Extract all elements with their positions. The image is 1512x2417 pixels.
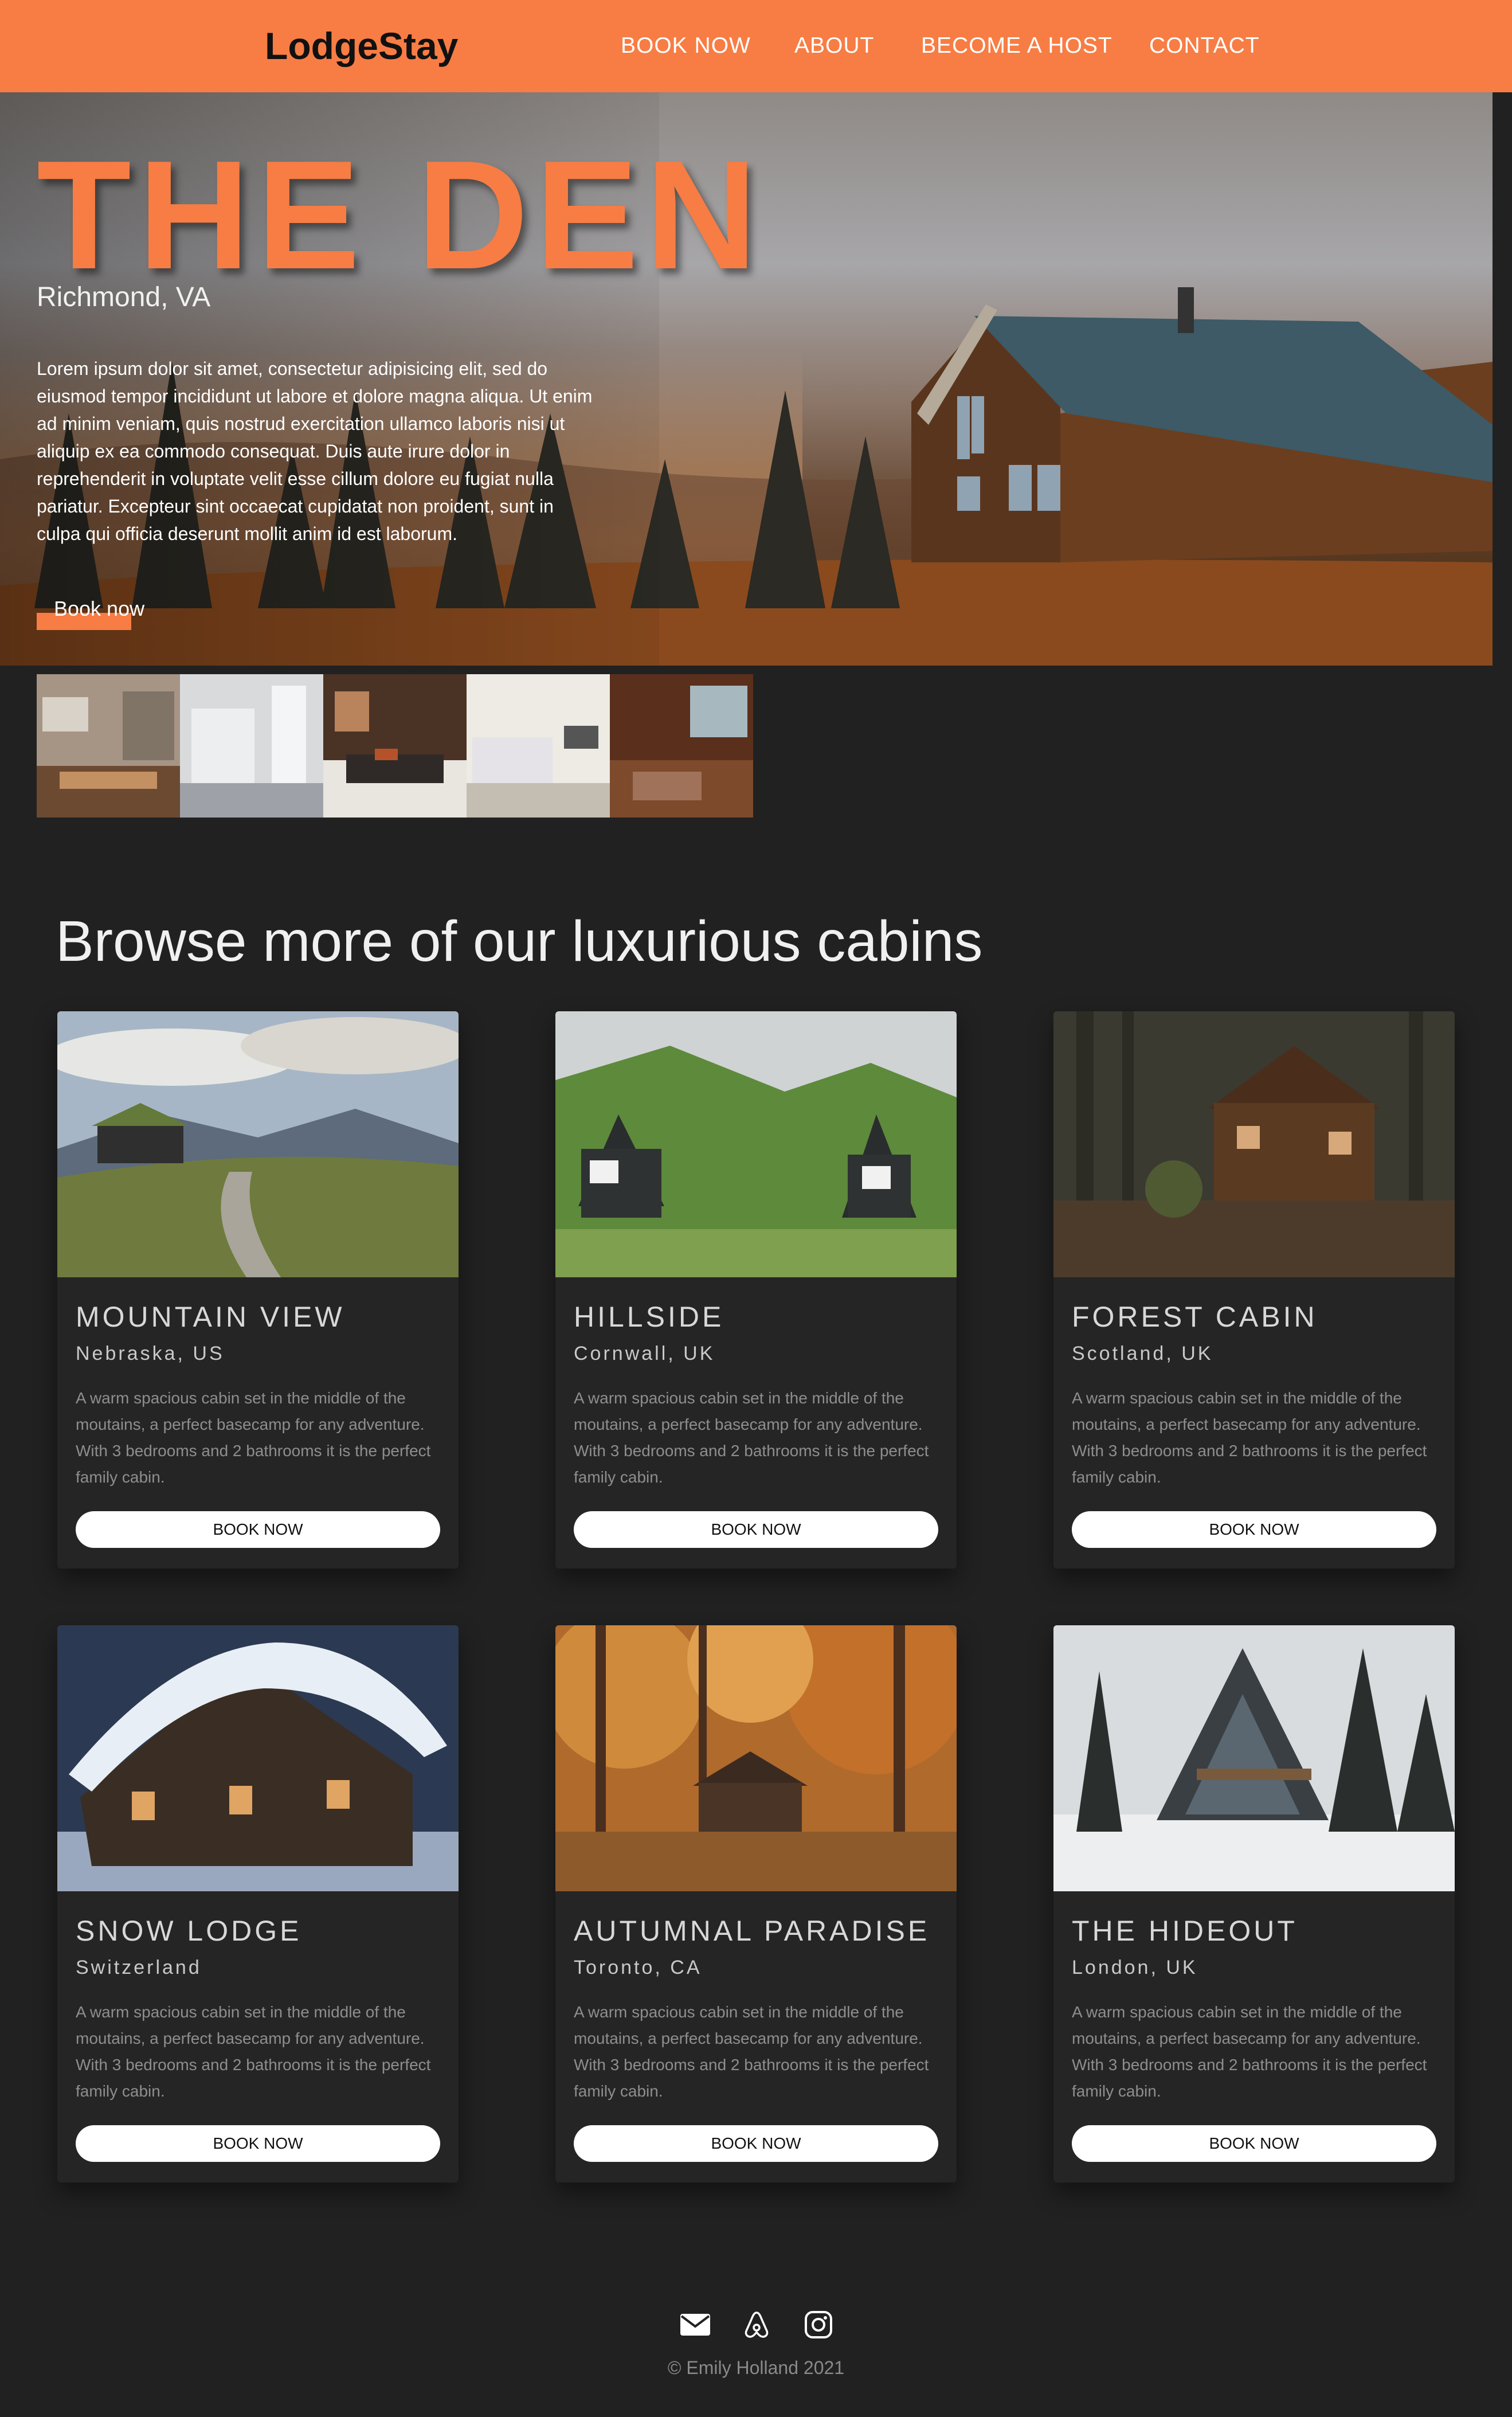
cabin-location: Switzerland [76,1957,202,1978]
nav-contact[interactable]: CONTACT [1149,33,1260,58]
browse-heading: Browse more of our luxurious cabins [56,909,983,973]
nav-book-now[interactable]: BOOK NOW [621,33,751,58]
hero-section: THE DEN Richmond, VA Lorem ipsum dolor s… [0,92,1493,666]
cabin-name: FOREST CABIN [1072,1301,1318,1333]
gallery-thumb-bedroom-dark[interactable] [323,674,467,818]
cabin-description: A warm spacious cabin set in the middle … [76,2003,431,2100]
book-now-button[interactable]: BOOK NOW [76,2125,440,2162]
gallery-thumb-bedroom-light[interactable] [467,674,610,818]
book-now-button[interactable]: BOOK NOW [574,2125,938,2162]
cabin-description: A warm spacious cabin set in the middle … [76,1389,431,1486]
book-now-button[interactable]: BOOK NOW [76,1511,440,1548]
gallery-thumb-kitchen[interactable] [37,674,180,818]
cabin-card-forest-cabin: FOREST CABIN Scotland, UK A warm spaciou… [1053,1011,1455,1569]
cabin-image-hillside [555,1011,957,1277]
cabin-card-snow-lodge: SNOW LODGE Switzerland A warm spacious c… [57,1625,459,2183]
cabin-card-hillside: HILLSIDE Cornwall, UK A warm spacious ca… [555,1011,957,1569]
cabin-description: A warm spacious cabin set in the middle … [1072,2003,1427,2100]
nav-about[interactable]: ABOUT [794,33,874,58]
cabin-card-mountain-view: MOUNTAIN VIEW Nebraska, US A warm spacio… [57,1011,459,1569]
cabin-name: MOUNTAIN VIEW [76,1301,345,1333]
cabin-location: Cornwall, UK [574,1343,715,1364]
cabin-card-the-hideout: THE HIDEOUT London, UK A warm spacious c… [1053,1625,1455,2183]
hero-book-now-button[interactable]: Book now [37,597,144,630]
book-now-button[interactable]: BOOK NOW [1072,1511,1436,1548]
cabin-location: Toronto, CA [574,1957,702,1978]
book-now-button[interactable]: BOOK NOW [574,1511,938,1548]
gallery-thumb-white-kitchen[interactable] [180,674,323,818]
instagram-icon[interactable] [802,2310,835,2339]
cabin-name: SNOW LODGE [76,1915,302,1947]
nav-become-a-host[interactable]: BECOME A HOST [921,33,1113,58]
cabin-image-autumnal-paradise [555,1625,957,1891]
cabin-image-mountain-view [57,1011,459,1277]
cabin-image-the-hideout [1053,1625,1455,1891]
airbnb-icon[interactable] [741,2310,773,2339]
hero-location: Richmond, VA [37,282,211,312]
hero-book-now-label: Book now [54,597,145,620]
hero-description: Lorem ipsum dolor sit amet, consectetur … [37,358,593,544]
book-now-button[interactable]: BOOK NOW [1072,2125,1436,2162]
cabin-card-autumnal-paradise: AUTUMNAL PARADISE Toronto, CA A warm spa… [555,1625,957,2183]
cabin-name: THE HIDEOUT [1072,1915,1298,1947]
brand-logo[interactable]: LodgeStay [265,24,458,68]
hero-title: THE DEN [37,129,765,302]
cabin-description: A warm spacious cabin set in the middle … [574,2003,929,2100]
cabin-name: AUTUMNAL PARADISE [574,1915,930,1947]
cabin-image-forest-cabin [1053,1011,1455,1277]
email-icon[interactable] [679,2310,711,2339]
cabin-location: Scotland, UK [1072,1343,1213,1364]
cabin-location: Nebraska, US [76,1343,225,1364]
gallery-thumb-living-room[interactable] [610,674,753,818]
cabin-description: A warm spacious cabin set in the middle … [1072,1389,1427,1486]
cabin-description: A warm spacious cabin set in the middle … [574,1389,929,1486]
cabin-location: London, UK [1072,1957,1198,1978]
cabin-image-snow-lodge [57,1625,459,1891]
top-nav: LodgeStay BOOK NOW ABOUT BECOME A HOST C… [0,0,1512,92]
copyright-text: © Emily Holland 2021 [667,2357,845,2378]
cabin-name: HILLSIDE [574,1301,724,1333]
